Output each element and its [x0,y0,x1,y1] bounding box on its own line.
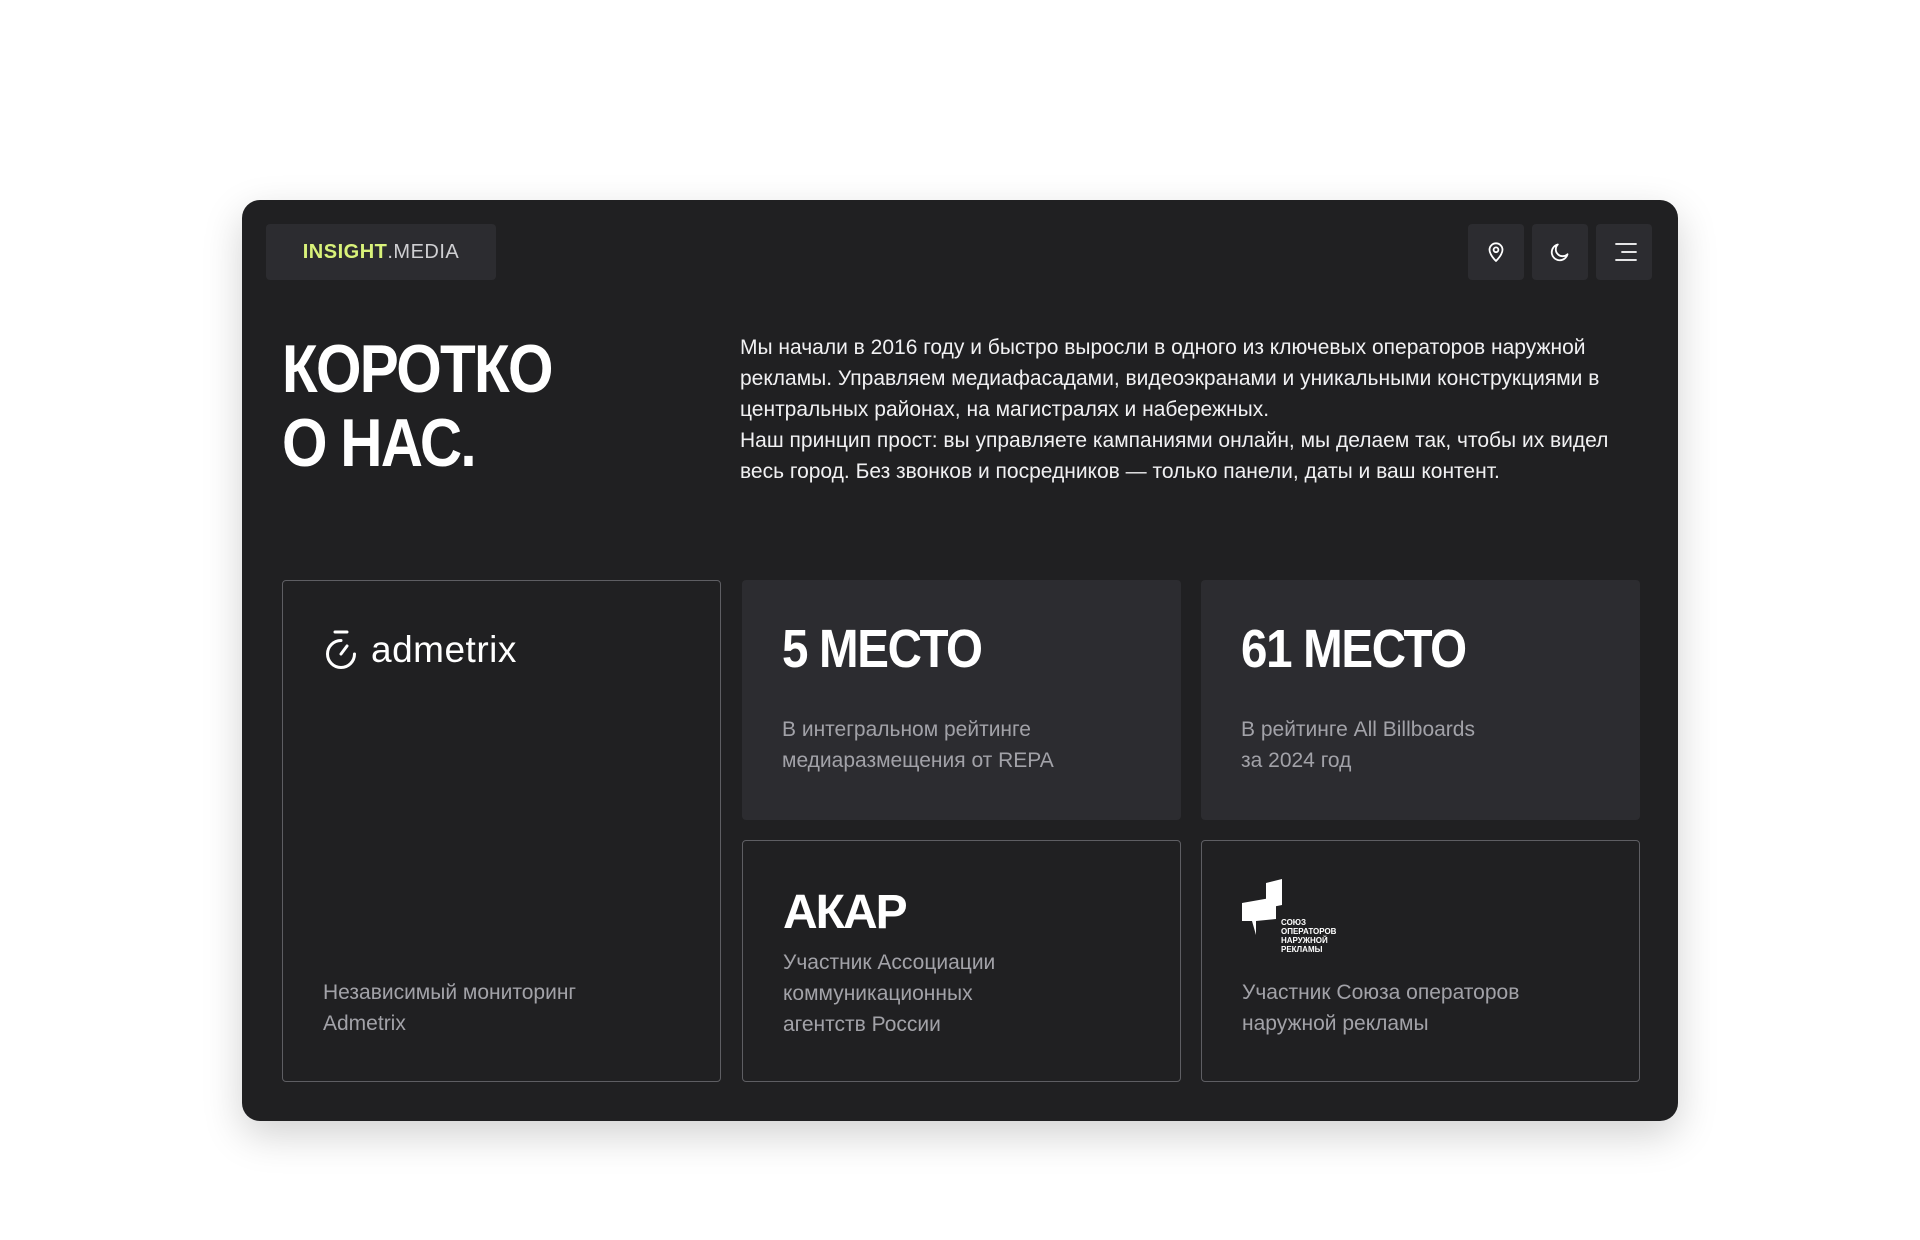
billboards-rank: 61 МЕСТО [1241,619,1467,679]
akar-desc-line: Участник Ассоциации [783,951,996,974]
billboards-desc-line: В рейтинге All Billboards [1241,718,1475,741]
soyuz-logo-line: НАРУЖНОЙ [1281,936,1328,945]
repa-desc-line: В интегральном рейтинге [782,718,1031,741]
admetrix-logo: admetrix [323,629,517,671]
soyuz-logo-line: СОЮЗ [1281,918,1307,927]
soyuz-card: СОЮЗ ОПЕРАТОРОВ НАРУЖНОЙ РЕКЛАМЫ Участни… [1201,840,1640,1082]
theme-toggle-button[interactable] [1532,224,1588,280]
soyuz-desc-line: наружной рекламы [1242,1012,1429,1035]
soyuz-logo: СОЮЗ ОПЕРАТОРОВ НАРУЖНОЙ РЕКЛАМЫ [1242,879,1336,954]
stopwatch-icon [326,630,356,669]
repa-rating-card: 5 МЕСТО В интегральном рейтинге медиараз… [742,580,1181,820]
menu-icon [1615,243,1637,261]
billboards-desc-line: за 2024 год [1241,749,1352,772]
akar-desc-line: агентств России [783,1013,941,1036]
billboards-rating-card: 61 МЕСТО В рейтинге All Billboards за 20… [1201,580,1640,820]
repa-rank: 5 МЕСТО [782,619,983,679]
admetrix-desc-line: Независимый мониторинг [323,981,577,1004]
intro-paragraph-1: Мы начали в 2016 году и быстро выросли в… [740,336,1600,421]
admetrix-description: Независимый мониторинг Admetrix [323,977,576,1039]
page-title: КОРОТКО О НАС. [282,331,553,481]
billboards-description: В рейтинге All Billboards за 2024 год [1241,714,1475,776]
about-intro: Мы начали в 2016 году и быстро выросли в… [740,332,1645,487]
menu-button[interactable] [1596,224,1652,280]
admetrix-card: admetrix Независимый мониторинг Admetrix [282,580,721,1082]
page-title-line-2: О НАС. [282,405,477,481]
speech-bubbles-icon [1242,879,1282,935]
admetrix-logo-text: admetrix [371,629,517,670]
location-pin-icon [1488,242,1504,262]
brand-logo-accent: INSIGHT [302,240,388,263]
akar-description: Участник Ассоциации коммуникационных аге… [783,947,995,1040]
repa-description: В интегральном рейтинге медиаразмещения … [782,714,1054,776]
akar-logo: АКАР [783,886,908,939]
soyuz-logo-line: РЕКЛАМЫ [1281,945,1323,954]
about-section: INSIGHT .MEDIA КОРОТКО О НАС. Мы начали в… [242,200,1678,1121]
soyuz-logo-text: СОЮЗ ОПЕРАТОРОВ НАРУЖНОЙ РЕКЛАМЫ [1281,918,1336,954]
intro-paragraph-2: Наш принцип прост: вы управляете кампани… [740,429,1609,483]
moon-icon [1550,243,1569,262]
soyuz-description: Участник Союза операторов наружной рекла… [1242,977,1519,1039]
location-button[interactable] [1468,224,1524,280]
soyuz-logo-line: ОПЕРАТОРОВ [1281,927,1337,936]
brand-logo[interactable]: INSIGHT .MEDIA [266,224,496,280]
page-title-line-1: КОРОТКО [282,331,553,407]
soyuz-desc-line: Участник Союза операторов [1242,981,1520,1004]
repa-desc-line: медиаразмещения от REPA [782,749,1054,772]
admetrix-desc-line: Admetrix [323,1012,406,1035]
akar-card: АКАР Участник Ассоциации коммуникационны… [742,840,1181,1082]
akar-desc-line: коммуникационных [783,982,973,1005]
brand-logo-rest: .MEDIA [387,240,460,263]
